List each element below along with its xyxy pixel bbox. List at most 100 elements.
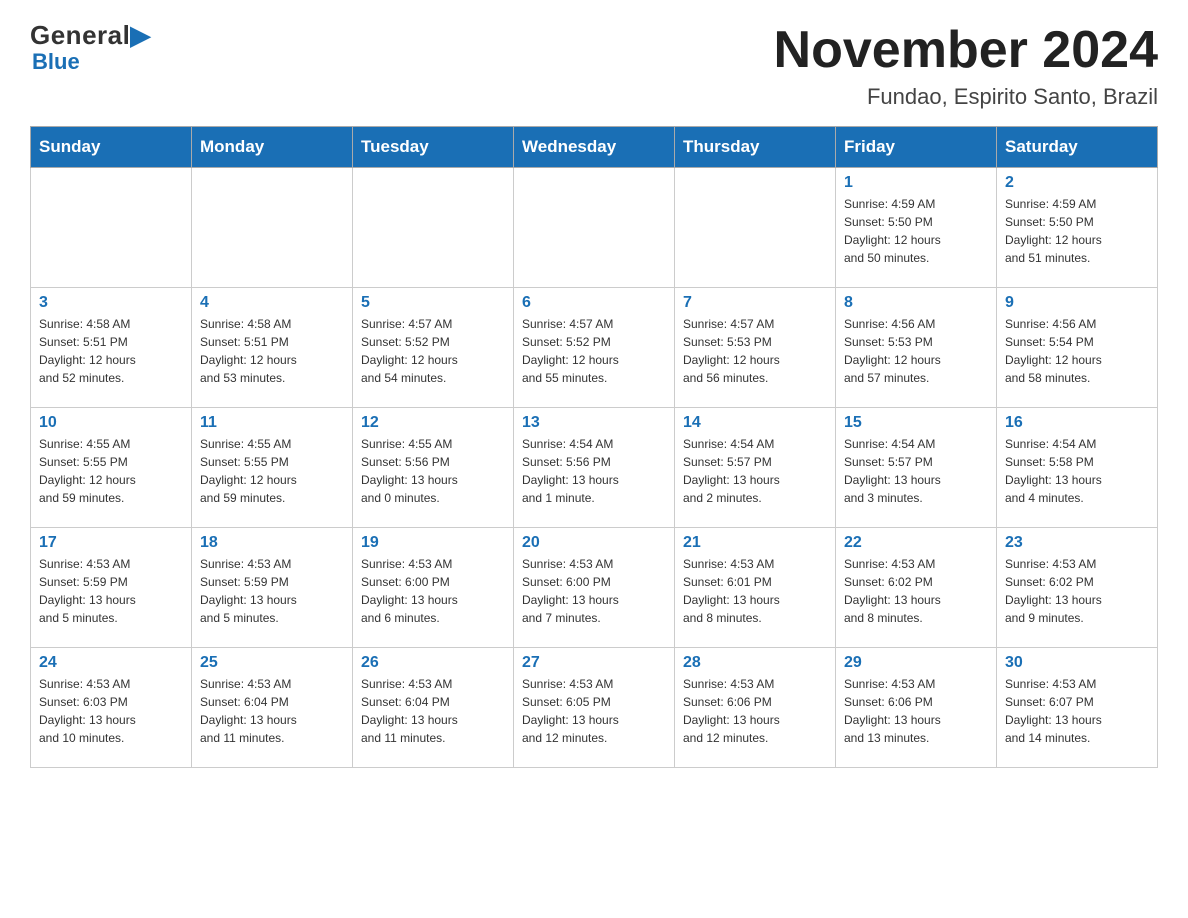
day-info: Sunrise: 4:57 AM Sunset: 5:52 PM Dayligh…	[522, 315, 666, 387]
day-info: Sunrise: 4:55 AM Sunset: 5:55 PM Dayligh…	[39, 435, 183, 507]
calendar-cell: 28 Sunrise: 4:53 AM Sunset: 6:06 PM Dayli…	[675, 648, 836, 768]
day-number: 9	[1005, 294, 1149, 312]
day-number: 19	[361, 534, 505, 552]
calendar-cell: 1 Sunrise: 4:59 AM Sunset: 5:50 PM Daylig…	[836, 168, 997, 288]
calendar-cell: 30 Sunrise: 4:53 AM Sunset: 6:07 PM Dayli…	[997, 648, 1158, 768]
day-info: Sunrise: 4:53 AM Sunset: 6:00 PM Dayligh…	[522, 555, 666, 627]
day-number: 13	[522, 414, 666, 432]
day-number: 6	[522, 294, 666, 312]
day-number: 15	[844, 414, 988, 432]
day-info: Sunrise: 4:53 AM Sunset: 6:05 PM Dayligh…	[522, 675, 666, 747]
day-number: 20	[522, 534, 666, 552]
day-number: 26	[361, 654, 505, 672]
week-row-0: 1 Sunrise: 4:59 AM Sunset: 5:50 PM Daylig…	[31, 168, 1158, 288]
calendar-table: SundayMondayTuesdayWednesdayThursdayFrid…	[30, 126, 1158, 768]
header-tuesday: Tuesday	[353, 127, 514, 168]
logo-general-text: General	[30, 20, 130, 50]
calendar-cell: 21 Sunrise: 4:53 AM Sunset: 6:01 PM Dayli…	[675, 528, 836, 648]
day-number: 18	[200, 534, 344, 552]
calendar-cell	[192, 168, 353, 288]
day-info: Sunrise: 4:53 AM Sunset: 5:59 PM Dayligh…	[200, 555, 344, 627]
day-number: 4	[200, 294, 344, 312]
day-info: Sunrise: 4:59 AM Sunset: 5:50 PM Dayligh…	[1005, 195, 1149, 267]
header-friday: Friday	[836, 127, 997, 168]
calendar-cell	[31, 168, 192, 288]
calendar-cell: 16 Sunrise: 4:54 AM Sunset: 5:58 PM Dayli…	[997, 408, 1158, 528]
header-saturday: Saturday	[997, 127, 1158, 168]
day-number: 16	[1005, 414, 1149, 432]
day-number: 25	[200, 654, 344, 672]
day-info: Sunrise: 4:53 AM Sunset: 6:01 PM Dayligh…	[683, 555, 827, 627]
calendar-cell: 10Sunrise: 4:55 AM Sunset: 5:55 PM Dayli…	[31, 408, 192, 528]
header-sunday: Sunday	[31, 127, 192, 168]
day-number: 2	[1005, 174, 1149, 192]
calendar-cell: 14Sunrise: 4:54 AM Sunset: 5:57 PM Dayli…	[675, 408, 836, 528]
calendar-cell: 25 Sunrise: 4:53 AM Sunset: 6:04 PM Dayli…	[192, 648, 353, 768]
page-header: General▶ Blue November 2024 Fundao, Espi…	[30, 20, 1158, 110]
day-info: Sunrise: 4:53 AM Sunset: 6:06 PM Dayligh…	[683, 675, 827, 747]
header-wednesday: Wednesday	[514, 127, 675, 168]
calendar-cell: 5 Sunrise: 4:57 AM Sunset: 5:52 PM Daylig…	[353, 288, 514, 408]
calendar-cell: 2 Sunrise: 4:59 AM Sunset: 5:50 PM Daylig…	[997, 168, 1158, 288]
calendar-cell: 23Sunrise: 4:53 AM Sunset: 6:02 PM Dayli…	[997, 528, 1158, 648]
week-row-2: 10Sunrise: 4:55 AM Sunset: 5:55 PM Dayli…	[31, 408, 1158, 528]
day-number: 8	[844, 294, 988, 312]
logo-blue-label: Blue	[32, 49, 80, 75]
calendar-cell	[353, 168, 514, 288]
day-number: 23	[1005, 534, 1149, 552]
day-info: Sunrise: 4:53 AM Sunset: 6:04 PM Dayligh…	[361, 675, 505, 747]
day-info: Sunrise: 4:53 AM Sunset: 6:02 PM Dayligh…	[844, 555, 988, 627]
day-number: 21	[683, 534, 827, 552]
calendar-cell: 7 Sunrise: 4:57 AM Sunset: 5:53 PM Daylig…	[675, 288, 836, 408]
header-monday: Monday	[192, 127, 353, 168]
day-info: Sunrise: 4:53 AM Sunset: 6:04 PM Dayligh…	[200, 675, 344, 747]
day-number: 5	[361, 294, 505, 312]
calendar-cell: 4 Sunrise: 4:58 AM Sunset: 5:51 PM Daylig…	[192, 288, 353, 408]
day-number: 14	[683, 414, 827, 432]
day-number: 24	[39, 654, 183, 672]
calendar-cell: 22 Sunrise: 4:53 AM Sunset: 6:02 PM Dayli…	[836, 528, 997, 648]
day-info: Sunrise: 4:59 AM Sunset: 5:50 PM Dayligh…	[844, 195, 988, 267]
day-number: 28	[683, 654, 827, 672]
calendar-title: November 2024	[774, 20, 1158, 80]
day-info: Sunrise: 4:57 AM Sunset: 5:53 PM Dayligh…	[683, 315, 827, 387]
calendar-cell: 6 Sunrise: 4:57 AM Sunset: 5:52 PM Daylig…	[514, 288, 675, 408]
day-number: 7	[683, 294, 827, 312]
day-info: Sunrise: 4:53 AM Sunset: 6:00 PM Dayligh…	[361, 555, 505, 627]
calendar-cell: 29Sunrise: 4:53 AM Sunset: 6:06 PM Dayli…	[836, 648, 997, 768]
day-number: 27	[522, 654, 666, 672]
title-block: November 2024 Fundao, Espirito Santo, Br…	[774, 20, 1158, 110]
day-number: 12	[361, 414, 505, 432]
calendar-cell: 12 Sunrise: 4:55 AM Sunset: 5:56 PM Dayli…	[353, 408, 514, 528]
day-info: Sunrise: 4:55 AM Sunset: 5:55 PM Dayligh…	[200, 435, 344, 507]
day-info: Sunrise: 4:53 AM Sunset: 5:59 PM Dayligh…	[39, 555, 183, 627]
calendar-cell: 20 Sunrise: 4:53 AM Sunset: 6:00 PM Dayli…	[514, 528, 675, 648]
calendar-cell: 18 Sunrise: 4:53 AM Sunset: 5:59 PM Dayli…	[192, 528, 353, 648]
day-info: Sunrise: 4:54 AM Sunset: 5:57 PM Dayligh…	[844, 435, 988, 507]
calendar-cell: 11 Sunrise: 4:55 AM Sunset: 5:55 PM Dayli…	[192, 408, 353, 528]
calendar-cell	[675, 168, 836, 288]
logo-blue-text: ▶	[130, 20, 151, 50]
calendar-cell: 24Sunrise: 4:53 AM Sunset: 6:03 PM Dayli…	[31, 648, 192, 768]
day-number: 22	[844, 534, 988, 552]
calendar-cell: 9 Sunrise: 4:56 AM Sunset: 5:54 PM Daylig…	[997, 288, 1158, 408]
calendar-cell: 3Sunrise: 4:58 AM Sunset: 5:51 PM Daylig…	[31, 288, 192, 408]
calendar-cell: 8 Sunrise: 4:56 AM Sunset: 5:53 PM Daylig…	[836, 288, 997, 408]
day-info: Sunrise: 4:55 AM Sunset: 5:56 PM Dayligh…	[361, 435, 505, 507]
calendar-cell: 26 Sunrise: 4:53 AM Sunset: 6:04 PM Dayli…	[353, 648, 514, 768]
day-info: Sunrise: 4:53 AM Sunset: 6:07 PM Dayligh…	[1005, 675, 1149, 747]
day-number: 11	[200, 414, 344, 432]
calendar-header-row: SundayMondayTuesdayWednesdayThursdayFrid…	[31, 127, 1158, 168]
day-info: Sunrise: 4:58 AM Sunset: 5:51 PM Dayligh…	[200, 315, 344, 387]
day-info: Sunrise: 4:56 AM Sunset: 5:54 PM Dayligh…	[1005, 315, 1149, 387]
calendar-cell: 27 Sunrise: 4:53 AM Sunset: 6:05 PM Dayli…	[514, 648, 675, 768]
day-info: Sunrise: 4:57 AM Sunset: 5:52 PM Dayligh…	[361, 315, 505, 387]
day-number: 1	[844, 174, 988, 192]
day-info: Sunrise: 4:54 AM Sunset: 5:58 PM Dayligh…	[1005, 435, 1149, 507]
day-info: Sunrise: 4:56 AM Sunset: 5:53 PM Dayligh…	[844, 315, 988, 387]
calendar-cell: 17Sunrise: 4:53 AM Sunset: 5:59 PM Dayli…	[31, 528, 192, 648]
week-row-1: 3Sunrise: 4:58 AM Sunset: 5:51 PM Daylig…	[31, 288, 1158, 408]
day-number: 29	[844, 654, 988, 672]
day-info: Sunrise: 4:54 AM Sunset: 5:56 PM Dayligh…	[522, 435, 666, 507]
day-number: 30	[1005, 654, 1149, 672]
